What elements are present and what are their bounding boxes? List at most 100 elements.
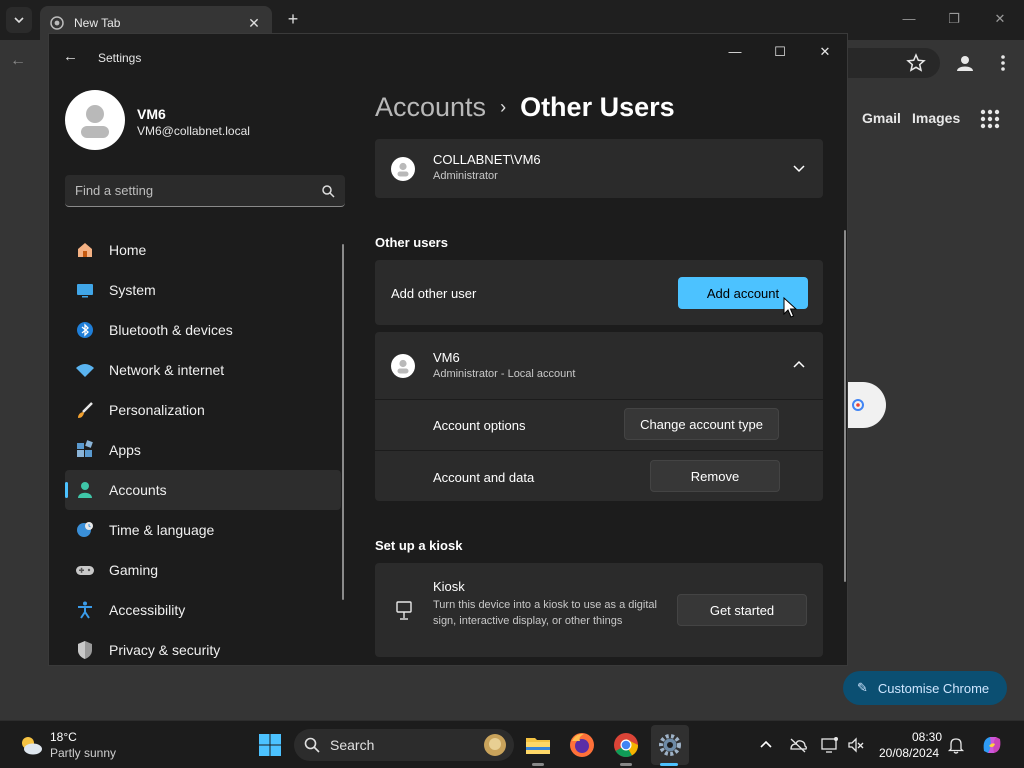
clock-date[interactable]: 20/08/2024 <box>879 746 939 760</box>
sidebar-item-label: Time & language <box>109 522 215 538</box>
chevron-down-icon[interactable] <box>792 161 806 175</box>
search-highlight-icon <box>484 734 506 756</box>
remove-button[interactable]: Remove <box>650 460 780 492</box>
change-account-type-button[interactable]: Change account type <box>624 408 779 440</box>
get-started-button[interactable]: Get started <box>677 594 807 626</box>
sidebar-item-network[interactable]: Network & internet <box>65 350 341 390</box>
google-apps-icon[interactable] <box>978 107 1002 131</box>
settings-titlebar: ← Settings — ☐ ✕ <box>49 34 847 82</box>
volume-muted-icon[interactable] <box>846 735 866 755</box>
other-user-card: VM6 Administrator - Local account Accoun… <box>375 332 823 501</box>
sidebar-item-label: Personalization <box>109 402 205 418</box>
breadcrumb-separator: › <box>500 97 507 117</box>
avatar <box>391 157 415 181</box>
content-scrollbar[interactable] <box>844 230 846 582</box>
chrome-back-icon[interactable]: ← <box>10 52 32 74</box>
network-monitor-icon[interactable] <box>820 735 840 755</box>
home-icon <box>78 243 92 257</box>
breadcrumb: Accounts › Other Users <box>375 92 675 123</box>
sidebar-item-label: Home <box>109 242 147 258</box>
apps-icon <box>77 440 93 457</box>
avatar <box>391 354 415 378</box>
back-arrow-icon[interactable]: ← <box>63 48 83 68</box>
weather-temp[interactable]: 18°C <box>50 730 77 744</box>
new-tab-button[interactable]: + <box>282 8 304 30</box>
weather-desc[interactable]: Partly sunny <box>50 746 116 760</box>
settings-window: ← Settings — ☐ ✕ VM6 VM6@collabnet.local… <box>48 33 848 666</box>
sidebar-item-label: Accounts <box>109 482 167 498</box>
sidebar-item-apps[interactable]: Apps <box>65 430 341 470</box>
network-icon <box>76 364 94 377</box>
sidebar-item-label: Privacy & security <box>109 642 221 658</box>
notification-bell-icon[interactable] <box>946 735 966 755</box>
chevron-up-icon[interactable] <box>756 735 776 755</box>
profile-icon[interactable] <box>954 52 976 74</box>
sidebar-item-label: Network & internet <box>109 362 225 378</box>
sidebar-item-home[interactable]: Home <box>65 230 341 270</box>
chrome-close-icon[interactable]: ✕ <box>989 8 1011 30</box>
kiosk-card: Kiosk Turn this device into a kiosk to u… <box>375 563 823 657</box>
divider <box>375 399 823 400</box>
onedrive-offline-icon[interactable] <box>788 735 808 755</box>
kiosk-icon <box>396 601 412 620</box>
chrome-favicon-icon <box>50 16 64 30</box>
taskbar-search[interactable]: Search <box>294 729 514 761</box>
kiosk-title: Kiosk <box>433 579 465 594</box>
lens-icon <box>852 399 864 411</box>
sidebar-item-label: Accessibility <box>109 602 186 618</box>
bluetooth-icon <box>77 322 93 338</box>
copilot-icon[interactable] <box>980 733 1004 757</box>
search-input[interactable]: Find a setting <box>65 175 345 207</box>
partly-sunny-icon[interactable] <box>18 733 44 757</box>
firefox-icon[interactable] <box>568 731 596 759</box>
mouse-cursor-icon <box>783 297 797 318</box>
pencil-icon: ✎ <box>857 680 868 695</box>
minimize-icon[interactable]: — <box>720 40 750 64</box>
page-title: Other Users <box>520 92 675 122</box>
breadcrumb-parent[interactable]: Accounts <box>375 92 486 123</box>
current-user-card[interactable]: COLLABNET\VM6 Administrator <box>375 139 823 198</box>
windows-start-icon[interactable] <box>258 733 282 757</box>
accessibility-icon <box>78 601 92 619</box>
more-vert-icon[interactable] <box>992 52 1014 74</box>
sidebar-item-bluetooth[interactable]: Bluetooth & devices <box>65 310 341 350</box>
chrome-icon[interactable] <box>612 731 640 759</box>
sidebar-item-gaming[interactable]: Gaming <box>65 550 341 590</box>
chevron-down-icon <box>14 17 24 24</box>
sidebar-item-system[interactable]: System <box>65 270 341 310</box>
tab-close-icon[interactable]: ✕ <box>246 15 262 32</box>
gamepad-icon <box>76 566 94 575</box>
accounts-icon <box>78 482 92 498</box>
avatar[interactable] <box>65 90 125 150</box>
sidebar-scrollbar[interactable] <box>342 244 344 600</box>
kiosk-heading: Set up a kiosk <box>375 538 463 553</box>
sidebar-item-privacy[interactable]: Privacy & security <box>65 630 341 665</box>
customise-chrome-button[interactable]: ✎ Customise Chrome <box>843 671 1007 705</box>
close-icon[interactable]: ✕ <box>810 40 840 64</box>
gmail-link[interactable]: Gmail <box>862 110 901 126</box>
chrome-minimize-icon[interactable]: — <box>898 8 920 30</box>
other-users-heading: Other users <box>375 235 448 250</box>
current-user-name: COLLABNET\VM6 <box>433 152 541 167</box>
images-link[interactable]: Images <box>912 110 960 126</box>
sidebar-item-accounts[interactable]: Accounts <box>65 470 341 510</box>
search-icon <box>304 737 320 753</box>
running-indicator <box>532 763 544 766</box>
sidebar-item-accessibility[interactable]: Accessibility <box>65 590 341 630</box>
sidebar-item-personalization[interactable]: Personalization <box>65 390 341 430</box>
settings-title: Settings <box>98 51 142 65</box>
star-icon[interactable] <box>905 52 927 74</box>
chrome-restore-icon[interactable]: ❐ <box>943 8 965 30</box>
clock-time[interactable]: 08:30 <box>912 730 942 744</box>
file-explorer-icon[interactable] <box>524 731 552 759</box>
brush-icon <box>78 402 93 418</box>
tab-search-button[interactable] <box>6 7 32 33</box>
current-user-role: Administrator <box>433 170 498 182</box>
chevron-up-icon[interactable] <box>792 358 806 372</box>
other-user-role: Administrator - Local account <box>433 368 576 380</box>
settings-gear-icon[interactable] <box>656 731 684 759</box>
sidebar-item-time-language[interactable]: Time & language <box>65 510 341 550</box>
profile-email: VM6@collabnet.local <box>137 124 250 138</box>
maximize-icon[interactable]: ☐ <box>765 40 795 64</box>
kiosk-description: Turn this device into a kiosk to use as … <box>433 599 657 627</box>
